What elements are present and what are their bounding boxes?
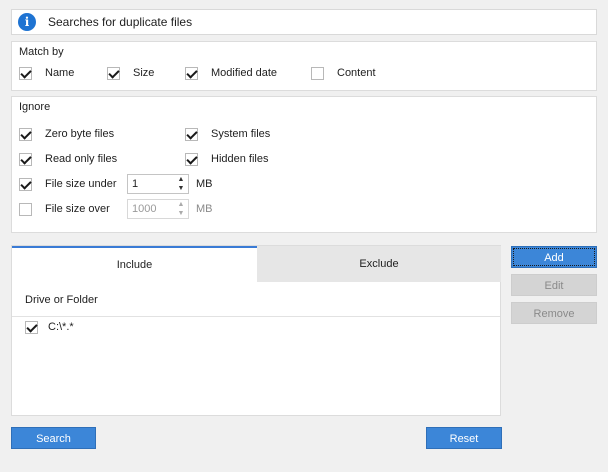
spin-up-icon[interactable]: ▲	[175, 200, 187, 209]
size-under-input[interactable]	[128, 175, 175, 193]
ignore-size-under-checkbox[interactable]	[19, 178, 32, 191]
spin-down-icon[interactable]: ▼	[175, 209, 187, 218]
ignore-hidden-checkbox[interactable]	[185, 153, 198, 166]
banner-text: Searches for duplicate files	[48, 15, 193, 29]
ignore-zero-byte-checkbox[interactable]	[19, 128, 32, 141]
ignore-read-only-label: Read only files	[45, 153, 118, 165]
edit-button[interactable]: Edit	[511, 274, 597, 296]
size-over-input[interactable]	[128, 200, 175, 218]
match-modified-date-checkbox[interactable]	[185, 67, 198, 80]
remove-button[interactable]: Remove	[511, 302, 597, 324]
info-icon: i	[18, 13, 36, 31]
info-banner: i Searches for duplicate files	[11, 9, 597, 35]
size-over-spinner[interactable]: ▲ ▼	[127, 199, 189, 219]
ignore-size-over-checkbox[interactable]	[19, 203, 32, 216]
match-size-label: Size	[133, 67, 155, 79]
match-content-label: Content	[337, 67, 376, 79]
column-header-label: Drive or Folder	[25, 294, 98, 306]
ignore-size-under-label: File size under	[45, 178, 117, 190]
ignore-group: Ignore Zero byte files System files Read…	[11, 96, 597, 233]
match-content-checkbox[interactable]	[311, 67, 324, 80]
include-exclude-panel: Include Exclude Drive or Folder C:\*.*	[11, 245, 501, 416]
ignore-zero-byte-label: Zero byte files	[45, 128, 115, 140]
search-button[interactable]: Search	[11, 427, 96, 449]
match-by-title: Match by	[19, 46, 64, 58]
match-by-group: Match by Name Size Modified date Content	[11, 41, 597, 91]
column-header: Drive or Folder	[12, 282, 500, 317]
match-name-label: Name	[45, 67, 75, 79]
row-checkbox[interactable]	[25, 321, 38, 334]
spin-up-icon[interactable]: ▲	[175, 175, 187, 184]
ignore-system-checkbox[interactable]	[185, 128, 198, 141]
ignore-hidden-label: Hidden files	[211, 153, 269, 165]
size-under-spinner[interactable]: ▲ ▼	[127, 174, 189, 194]
ignore-size-over-label: File size over	[45, 203, 110, 215]
match-size-checkbox[interactable]	[107, 67, 120, 80]
size-under-unit: MB	[196, 178, 213, 190]
spin-down-icon[interactable]: ▼	[175, 184, 187, 193]
table-row[interactable]: C:\*.*	[12, 318, 500, 338]
tab-include[interactable]: Include	[12, 246, 257, 282]
tab-exclude[interactable]: Exclude	[257, 246, 501, 282]
ignore-system-label: System files	[211, 128, 271, 140]
reset-button[interactable]: Reset	[426, 427, 502, 449]
add-button[interactable]: Add	[511, 246, 597, 268]
ignore-title: Ignore	[19, 101, 51, 113]
ignore-read-only-checkbox[interactable]	[19, 153, 32, 166]
size-over-unit: MB	[196, 203, 213, 215]
match-name-checkbox[interactable]	[19, 67, 32, 80]
match-modified-date-label: Modified date	[211, 67, 278, 79]
row-path: C:\*.*	[48, 321, 74, 333]
